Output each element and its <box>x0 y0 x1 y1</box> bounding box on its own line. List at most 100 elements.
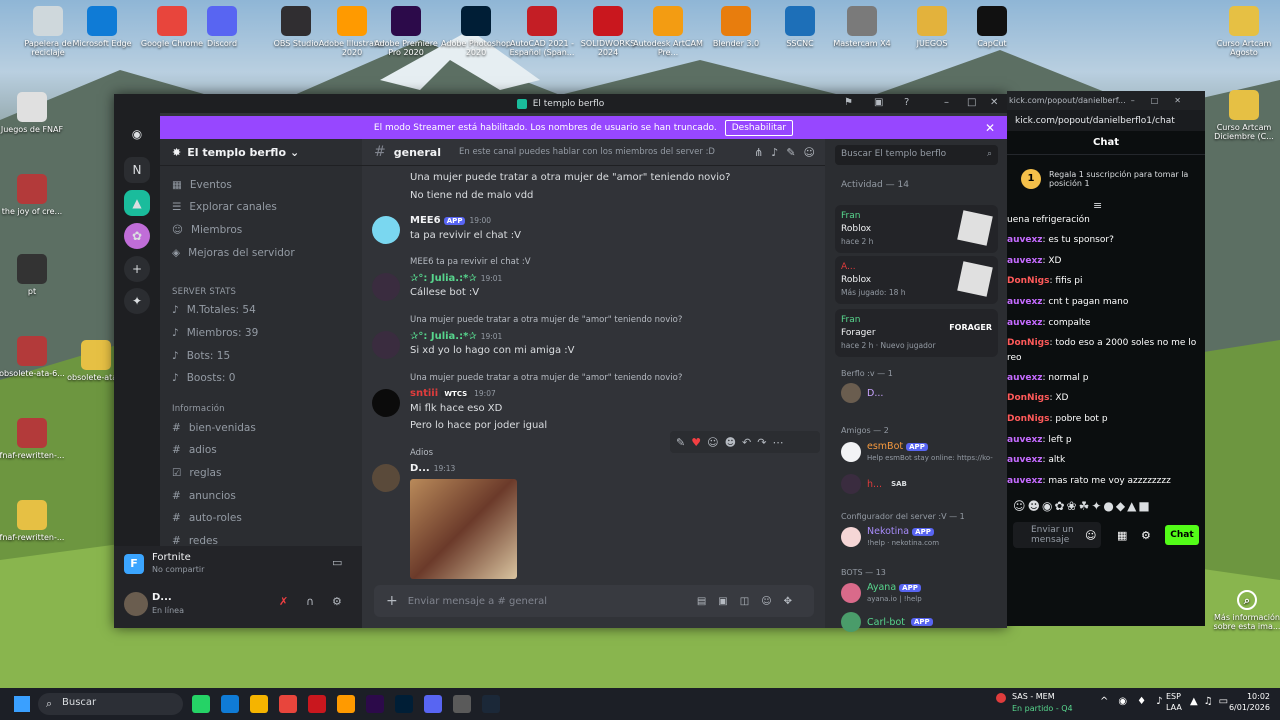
avatar[interactable] <box>124 592 148 616</box>
chat-username[interactable]: auvexz <box>1007 318 1043 328</box>
nav-boosts[interactable]: ◈ Mejoras del servidor <box>172 247 295 259</box>
photoshop-icon[interactable] <box>395 695 413 713</box>
image-attachment[interactable] <box>410 479 517 579</box>
input-tools-icon[interactable]: ▤▣◫☺✥ <box>697 596 804 607</box>
more-icon[interactable]: ⋯ <box>772 436 783 449</box>
discord-icon[interactable] <box>424 695 442 713</box>
nav-members[interactable]: ☺ Miembros <box>172 224 242 236</box>
chat-username[interactable]: DonNigs <box>1007 276 1049 286</box>
reply-preview[interactable]: Adios <box>410 448 433 458</box>
gift-text[interactable]: Regala 1 suscripción para tomar la posic… <box>1049 170 1199 188</box>
avatar[interactable] <box>372 464 400 492</box>
settings-icon[interactable]: ⚙ <box>1141 529 1151 542</box>
server-n-icon[interactable]: N <box>124 157 150 183</box>
mic-muted-icon[interactable]: ✗ <box>279 595 288 608</box>
reply-icon[interactable]: ↶ <box>742 436 751 449</box>
gift-icon[interactable]: ▦ <box>1117 529 1127 542</box>
member-list-icon[interactable]: ☺ <box>804 146 815 159</box>
nav-explore[interactable]: ☰ Explorar canales <box>172 201 277 213</box>
windows-start-icon[interactable] <box>14 696 30 712</box>
search-input[interactable]: Buscar El templo berflo ⌕ <box>835 145 998 165</box>
author-name[interactable]: D... <box>410 463 430 474</box>
bell-icon[interactable]: ♪ <box>771 146 778 159</box>
gear-icon[interactable]: ⚙ <box>332 595 342 608</box>
server-header[interactable]: ✸ El templo berflo ⌄ <box>160 139 362 166</box>
avatar[interactable] <box>372 216 400 244</box>
edge-icon[interactable] <box>221 695 239 713</box>
member-item[interactable]: Ayana APP ayana.io | !help <box>841 582 922 604</box>
maximize-icon[interactable]: □ <box>967 97 976 108</box>
lang[interactable]: ESP <box>1166 692 1181 701</box>
help-icon[interactable]: ? <box>904 97 909 108</box>
stat-channel[interactable]: ♪ Miembros: 39 <box>172 327 258 339</box>
discord-home-icon[interactable]: ◉ <box>124 121 150 147</box>
premiere-icon[interactable] <box>366 695 384 713</box>
server-folder-icon[interactable]: ✿ <box>124 223 150 249</box>
category-server-stats[interactable]: SERVER STATS <box>172 287 236 297</box>
whatsapp-icon[interactable] <box>192 695 210 713</box>
reaction-face-icon[interactable]: ☺ <box>707 436 718 449</box>
desktop-icon[interactable]: Autodesk ArtCAM Pre... <box>632 6 704 57</box>
channel-item[interactable]: ☑ reglas <box>172 467 221 479</box>
activity-card[interactable]: Fran Roblox hace 2 h <box>835 205 998 253</box>
taskbar-search[interactable]: Buscar <box>38 693 183 715</box>
stat-channel[interactable]: ♪ Boosts: 0 <box>172 372 235 384</box>
desktop-icon[interactable]: Mastercam X4 <box>826 6 898 48</box>
solidworks-icon[interactable] <box>308 695 326 713</box>
chat-username[interactable]: auvexz <box>1007 256 1043 266</box>
member-item[interactable]: h... SAB <box>841 474 910 494</box>
emoji-icon[interactable]: ☺ <box>1085 529 1096 542</box>
pin-menu-icon[interactable]: ≡ <box>1093 199 1102 212</box>
member-item[interactable]: esmBot APP Help esmBot stay online: https… <box>841 441 993 463</box>
folder-icon[interactable]: Curso Artcam Agosto <box>1208 6 1280 57</box>
add-reaction-icon[interactable]: ☻ <box>725 436 736 449</box>
window-controls-icon[interactable]: –□✕ <box>1131 96 1197 105</box>
close-banner-icon[interactable]: ✕ <box>985 121 995 135</box>
author-name[interactable]: sntiii <box>410 388 438 399</box>
steam-icon[interactable] <box>482 695 500 713</box>
disable-streamer-button[interactable]: Deshabilitar <box>724 119 794 136</box>
reaction-eggplant-icon[interactable]: ✎ <box>676 436 685 449</box>
wallpaper-info-icon[interactable]: ⌕ Más información sobre esta ima... <box>1212 590 1280 631</box>
chat-username[interactable]: auvexz <box>1007 476 1043 486</box>
chat-username[interactable]: DonNigs <box>1007 414 1049 424</box>
obs-icon[interactable] <box>453 695 471 713</box>
category-info[interactable]: Información <box>172 404 225 414</box>
channel-item[interactable]: # bien-venidas <box>172 422 256 434</box>
desktop-icon[interactable]: pt <box>0 254 68 296</box>
explore-icon[interactable]: ✦ <box>124 288 150 314</box>
clock-time[interactable]: 10:02 <box>1220 692 1270 701</box>
channel-item[interactable]: # anuncios <box>172 490 236 502</box>
desktop-icon[interactable]: Adobe Premiere Pro 2020 <box>370 6 442 57</box>
chrome-icon[interactable] <box>279 695 297 713</box>
desktop-icon[interactable]: CapCut <box>956 6 1028 48</box>
add-attachment-icon[interactable]: + <box>386 593 398 609</box>
illustrator-icon[interactable] <box>337 695 355 713</box>
desktop-icon[interactable]: Juegos de FNAF <box>0 92 68 134</box>
author-name[interactable]: MEE6 <box>410 215 441 226</box>
desktop-icon[interactable]: fnaf-rewritten-... <box>0 418 68 460</box>
channel-item[interactable]: # auto-roles <box>172 512 242 524</box>
chat-username[interactable]: auvexz <box>1007 373 1043 383</box>
explorer-icon[interactable] <box>250 695 268 713</box>
minimize-icon[interactable]: – <box>944 97 949 108</box>
forward-icon[interactable]: ↷ <box>757 436 766 449</box>
stat-channel[interactable]: ♪ M.Totales: 54 <box>172 304 256 316</box>
close-icon[interactable]: ✕ <box>990 97 998 108</box>
stat-channel[interactable]: ♪ Bots: 15 <box>172 350 230 362</box>
emote-bar[interactable]: ☺☻◉✿❀☘✦●◆▲■ <box>1013 499 1152 513</box>
chat-username[interactable]: DonNigs <box>1007 393 1049 403</box>
member-item[interactable]: D... <box>841 383 883 403</box>
activity-card[interactable]: A... Roblox Más jugado: 18 h <box>835 256 998 304</box>
desktop-icon[interactable]: Microsoft Edge <box>66 6 138 48</box>
chat-username[interactable]: auvexz <box>1007 455 1043 465</box>
desktop-icon[interactable]: the joy of cre... <box>0 174 68 216</box>
add-server-icon[interactable]: + <box>124 256 150 282</box>
desktop-icon[interactable]: AutoCAD 2021 - Español (Span... <box>506 6 578 57</box>
avatar[interactable] <box>372 389 400 417</box>
member-item[interactable]: Carl-bot APP <box>841 612 933 632</box>
screen-icon[interactable]: ▣ <box>874 97 883 108</box>
nav-events[interactable]: ▦ Eventos <box>172 179 232 191</box>
chat-username[interactable]: DonNigs <box>1007 338 1049 348</box>
reply-preview[interactable]: Una mujer puede tratar a otra mujer de "… <box>410 315 682 325</box>
